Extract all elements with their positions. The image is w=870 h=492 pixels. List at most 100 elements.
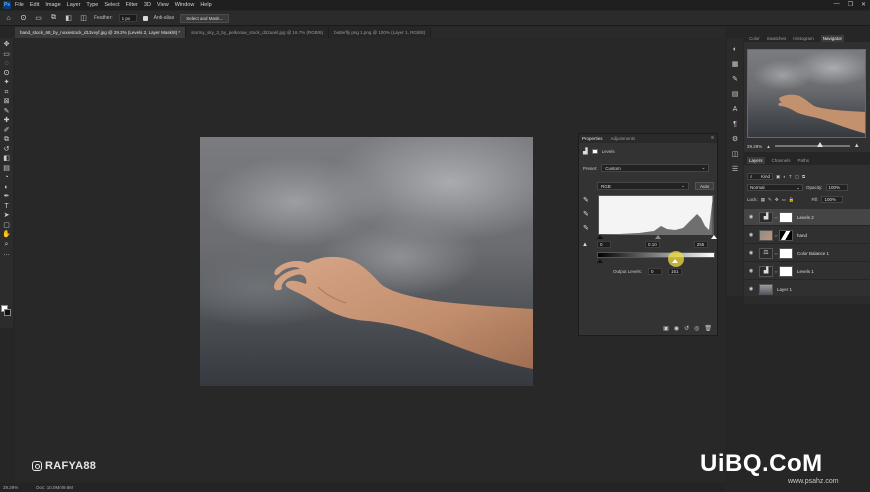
clip-to-layer-icon[interactable]: ▣ xyxy=(663,325,669,332)
input-white-slider[interactable] xyxy=(711,235,717,239)
marquee-tool-icon[interactable]: ◌ xyxy=(2,59,12,69)
path-selection-tool-icon[interactable]: ➤ xyxy=(2,211,12,221)
clone-stamp-tool-icon[interactable]: ⧉ xyxy=(2,135,12,145)
doc-tab-hand-stock[interactable]: hand_stock_68_by_noxiestock_d13vvyf.jpg … xyxy=(15,27,187,38)
visibility-eye-icon[interactable]: ◉ xyxy=(747,268,755,274)
layer-mask-thumbnail[interactable] xyxy=(779,247,793,259)
frame-tool-icon[interactable]: ⊠ xyxy=(2,97,12,107)
white-point-eyedropper-icon[interactable]: ✎ xyxy=(583,224,589,232)
visibility-eye-icon[interactable]: ◉ xyxy=(747,250,755,256)
gradient-tool-icon[interactable]: ▤ xyxy=(2,164,12,174)
tab-layers[interactable]: Layers xyxy=(747,157,765,164)
blend-mode-select[interactable]: Normal ⌄ xyxy=(747,184,803,191)
gray-point-eyedropper-icon[interactable]: ✎ xyxy=(583,210,589,218)
shape-tool-icon[interactable]: ▢ xyxy=(2,221,12,231)
layer-row-hand[interactable]: ◉ ∞ hand xyxy=(744,227,870,244)
panel-toggle-icon[interactable]: ⚙ xyxy=(729,134,741,145)
status-zoom[interactable]: 29.29% xyxy=(3,485,18,490)
link-icon[interactable]: ∞ xyxy=(774,215,778,220)
link-icon[interactable]: ∞ xyxy=(774,251,778,256)
add-selection-icon[interactable]: ⧉ xyxy=(49,14,58,23)
menu-filter[interactable]: Filter xyxy=(126,2,138,8)
zoom-tool-icon[interactable]: ⌕ xyxy=(2,240,12,250)
minimize-icon[interactable]: — xyxy=(834,1,840,8)
crop-tool-icon[interactable]: ⌗ xyxy=(2,88,12,98)
preset-select[interactable]: Custom ⌄ xyxy=(601,164,710,172)
visibility-eye-icon[interactable]: ◉ xyxy=(747,232,755,238)
toggle-visibility-icon[interactable]: ◎ xyxy=(694,325,699,332)
more-tools-icon[interactable]: … xyxy=(2,249,12,259)
lasso-preset-icon[interactable]: ʘ xyxy=(19,14,28,23)
doc-tab-stormy-sky[interactable]: stormy_sky_3_by_pelkoraw_stock_d22uanl.j… xyxy=(186,27,330,38)
type-tool-icon[interactable]: T xyxy=(2,202,12,212)
zoom-value[interactable]: 29.29% xyxy=(747,144,762,149)
menu-3d[interactable]: 3D xyxy=(144,2,151,8)
artboard-tool-icon[interactable]: ▭ xyxy=(2,50,12,60)
reset-icon[interactable]: ↺ xyxy=(684,325,689,332)
view-previous-icon[interactable]: ◉ xyxy=(674,325,679,332)
tab-paths[interactable]: Paths xyxy=(798,158,810,163)
menu-help[interactable]: Help xyxy=(200,2,211,8)
filter-smart-icon[interactable]: ⧉ xyxy=(802,174,805,179)
doc-tab-butterfly[interactable]: butterfly png 1.png @ 100% (Layer 1, RGB… xyxy=(329,27,432,38)
restore-icon[interactable]: ❐ xyxy=(848,1,853,8)
eraser-tool-icon[interactable]: ◧ xyxy=(2,154,12,164)
layer-row-levels-1[interactable]: ◉ ▟ ∞ Levels 1 xyxy=(744,263,870,280)
move-tool-icon[interactable]: ✥ xyxy=(2,40,12,50)
opacity-input[interactable]: 100% xyxy=(825,184,848,191)
delete-icon[interactable]: 🗑 xyxy=(704,325,712,332)
fill-input[interactable]: 100% xyxy=(821,196,844,203)
zoom-out-icon[interactable]: ▲ xyxy=(766,144,770,149)
dodge-tool-icon[interactable]: ◐ xyxy=(2,183,12,193)
hand-tool-icon[interactable]: ✋ xyxy=(2,230,12,240)
menu-file[interactable]: File xyxy=(15,2,24,8)
link-icon[interactable]: ∞ xyxy=(774,233,778,238)
background-color-swatch[interactable] xyxy=(4,309,11,316)
filter-shape-icon[interactable]: ▢ xyxy=(795,174,799,180)
input-black-field[interactable]: 0 xyxy=(597,241,611,248)
output-black-field[interactable]: 0 xyxy=(648,268,663,275)
pen-tool-icon[interactable]: ✒ xyxy=(2,192,12,202)
filter-pixel-icon[interactable]: ▣ xyxy=(776,174,780,180)
new-selection-icon[interactable]: ▭ xyxy=(34,14,43,23)
layer-row-color-balance-1[interactable]: ◉ ⚖ ∞ Color Balance 1 xyxy=(744,245,870,262)
filter-adjustment-icon[interactable]: ◐ xyxy=(783,174,786,179)
healing-tool-icon[interactable]: ✚ xyxy=(2,116,12,126)
output-white-slider[interactable] xyxy=(672,259,678,263)
panel-toggle-icon[interactable]: A xyxy=(729,104,741,115)
blur-tool-icon[interactable]: ◔ xyxy=(2,173,12,183)
panel-toggle-icon[interactable]: ◫ xyxy=(729,149,741,160)
anti-alias-checkbox[interactable] xyxy=(142,15,148,21)
filter-type-icon[interactable]: T xyxy=(789,174,792,179)
tab-channels[interactable]: Channels xyxy=(772,158,791,163)
history-brush-tool-icon[interactable]: ↺ xyxy=(2,145,12,155)
input-black-slider[interactable] xyxy=(597,235,603,239)
input-white-field[interactable]: 255 xyxy=(693,241,708,248)
panel-toggle-icon[interactable]: ◐ xyxy=(729,44,741,55)
panel-toggle-icon[interactable]: ☰ xyxy=(729,164,741,175)
clipping-warning-icon[interactable]: ▲ xyxy=(582,242,588,248)
input-mid-field[interactable]: 0.10 xyxy=(645,241,660,248)
document-image[interactable] xyxy=(200,137,533,386)
output-white-field[interactable]: 151 xyxy=(668,268,683,275)
home-icon[interactable]: ⌂ xyxy=(4,14,13,23)
lock-artboard-icon[interactable]: ▭ xyxy=(782,197,786,203)
input-gray-slider[interactable] xyxy=(655,235,661,239)
link-icon[interactable]: ∞ xyxy=(774,269,778,274)
mask-icon[interactable] xyxy=(591,149,598,154)
layer-mask-thumbnail[interactable] xyxy=(779,265,793,277)
color-swatches[interactable] xyxy=(1,305,12,317)
feather-input[interactable]: 1 px xyxy=(118,14,137,22)
lock-image-icon[interactable]: ✎ xyxy=(768,197,772,203)
kind-filter-select[interactable]: ⌕ Kind xyxy=(747,173,773,180)
menu-select[interactable]: Select xyxy=(104,2,119,8)
intersect-selection-icon[interactable]: ◫ xyxy=(79,14,88,23)
layer-mask-thumbnail[interactable] xyxy=(779,229,793,241)
eyedropper-tool-icon[interactable]: ✎ xyxy=(2,107,12,117)
zoom-slider[interactable] xyxy=(774,142,850,148)
subtract-selection-icon[interactable]: ◧ xyxy=(64,14,73,23)
tab-histogram[interactable]: Histogram xyxy=(793,36,814,41)
auto-button[interactable]: Auto xyxy=(695,182,715,190)
layer-row-levels-2[interactable]: ◉ ▟ ∞ Levels 2 xyxy=(744,209,870,226)
zoom-in-icon[interactable]: ▲ xyxy=(854,143,860,149)
